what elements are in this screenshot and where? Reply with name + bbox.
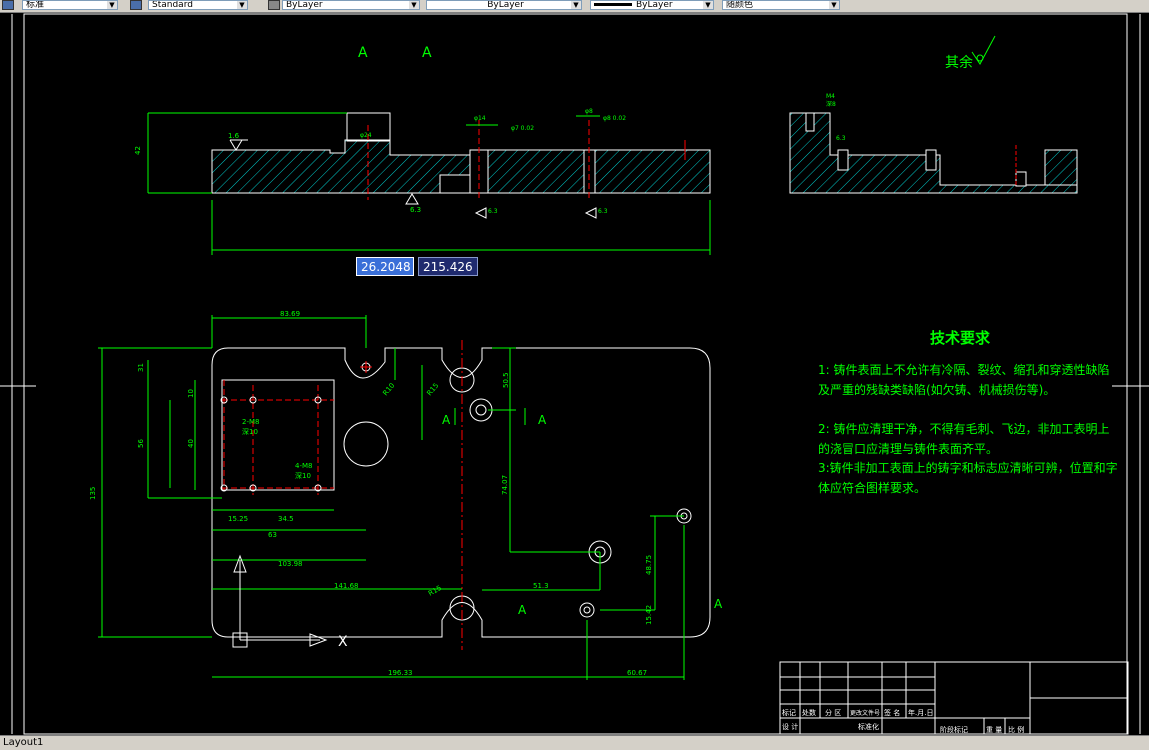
title-cell: 分 区 — [825, 708, 841, 717]
drawing-canvas[interactable]: 42 φ14 φ7 0.02 φ8 φ8 0.02 φ24 1.6 6.3 6.… — [0, 13, 1149, 735]
section-mark-A: A — [518, 603, 527, 617]
tech-requirements-title: 技术要求 — [930, 329, 991, 347]
chevron-down-icon[interactable]: ▼ — [571, 1, 581, 9]
dim-label: 103.98 — [278, 560, 303, 568]
svg-text:6.3: 6.3 — [836, 135, 846, 142]
roughness-label: 6.3 — [598, 208, 608, 215]
roughness-label: 1.6 — [228, 132, 240, 140]
properties-toolbar: 标准 ▼ Standard ▼ ByLayer ▼ ByLayer ▼ ByLa… — [0, 0, 1149, 13]
roughness-label: 6.3 — [488, 208, 498, 215]
dim-label: 10 — [187, 389, 195, 398]
svg-text:φ24: φ24 — [360, 132, 372, 139]
text-style-value: 标准 — [26, 0, 45, 10]
dim-label: 31 — [137, 363, 145, 372]
dim-label: 2-M8 — [242, 418, 259, 426]
dim-label: 51.3 — [533, 582, 549, 590]
chevron-down-icon[interactable]: ▼ — [703, 1, 713, 9]
title-cell: 标记 — [782, 708, 796, 717]
dim-label: 50.5 — [502, 372, 510, 388]
title-cell: 比 例 — [1008, 725, 1024, 734]
section-mark-A: A — [538, 413, 547, 427]
dim-label: 196.33 — [388, 669, 413, 677]
svg-text:深8: 深8 — [826, 100, 836, 108]
svg-text:φ8 0.02: φ8 0.02 — [603, 115, 626, 122]
layer-color-dropdown[interactable]: ByLayer ▼ — [282, 0, 420, 10]
title-cell: 标准化 — [858, 722, 879, 731]
color-value: ByLayer — [286, 0, 323, 10]
title-cell: 处数 — [802, 708, 816, 717]
svg-text:φ8: φ8 — [585, 108, 593, 115]
lineweight-value: ByLayer — [636, 0, 673, 10]
roughness-other-label: 其余 — [945, 54, 973, 71]
chevron-down-icon[interactable]: ▼ — [237, 1, 247, 9]
dynamic-input-y[interactable]: 215.426 — [418, 257, 478, 276]
dim-label: R15 — [425, 382, 440, 398]
section-label-A: A — [358, 45, 368, 61]
title-cell: 更改文件号 — [850, 709, 880, 717]
side-section-view: M4 深8 6.3 其余 — [789, 35, 1078, 194]
chevron-down-icon[interactable]: ▼ — [107, 1, 117, 9]
layout-tabs-bar: Layout1 — [0, 735, 1149, 750]
dim-label: 48.75 — [645, 555, 653, 575]
title-cell: 重 量 — [986, 726, 1002, 734]
dim-label: 深10 — [295, 471, 311, 480]
title-cell: 签 名 — [884, 708, 900, 717]
dimstyle-value: Standard — [152, 0, 193, 10]
roughness-label: 6.3 — [410, 206, 421, 214]
dim-label: 34.5 — [278, 515, 294, 523]
dim-label: 60.67 — [627, 669, 647, 677]
text-style-dropdown[interactable]: 标准 ▼ — [22, 0, 118, 10]
tech-requirement-1: 1: 铸件表面上不允许有冷隔、裂纹、缩孔和穿透性缺陷及严重的残缺类缺陷(如欠铸、… — [818, 363, 1110, 397]
dim-label: 135 — [89, 487, 97, 500]
section-mark-A: A — [442, 413, 451, 427]
svg-text:φ14: φ14 — [474, 115, 486, 122]
plan-view: 83.69 135 31 56 40 10 15.25 34.5 63 103.… — [89, 310, 723, 680]
svg-text:φ7 0.02: φ7 0.02 — [511, 125, 534, 132]
title-cell: 设 计 — [782, 722, 798, 731]
ucs-x-label: X — [338, 634, 348, 650]
dim-label: 83.69 — [280, 310, 300, 318]
dim-label: R10 — [381, 382, 396, 398]
svg-text:M4: M4 — [826, 93, 835, 100]
plotstyle-dropdown[interactable]: 随颜色 ▼ — [722, 0, 840, 10]
layer-icon[interactable] — [268, 0, 280, 10]
dim-label: 141.68 — [334, 582, 359, 590]
linetype-dropdown[interactable]: ByLayer ▼ — [426, 0, 582, 10]
dim-label: 4-M8 — [295, 462, 312, 470]
dim-label: 63 — [268, 531, 277, 539]
lineweight-dropdown[interactable]: ByLayer ▼ — [590, 0, 714, 10]
linetype-value: ByLayer — [487, 0, 524, 10]
dim-label: R15 — [427, 584, 443, 598]
dim-label: 深10 — [242, 427, 258, 436]
section-label-A: A — [422, 45, 432, 61]
dim-label: 40 — [187, 439, 195, 448]
section-mark-A: A — [714, 597, 723, 611]
dynamic-input-x[interactable]: 26.2048 — [356, 257, 414, 276]
dim-label: 74.07 — [501, 475, 509, 495]
tech-requirement-3: 3:铸件非加工表面上的铸字和标志应清晰可辨，位置和字体应符合图样要求。 — [818, 461, 1118, 495]
app-icon — [2, 0, 14, 10]
dimstyle-dropdown[interactable]: Standard ▼ — [148, 0, 248, 10]
plotstyle-value: 随颜色 — [726, 0, 754, 10]
lineweight-swatch — [594, 3, 632, 6]
svg-text:42: 42 — [134, 146, 142, 155]
dim-label: 15.25 — [228, 515, 248, 523]
dimstyle-icon[interactable] — [130, 0, 142, 10]
title-block: 标记 处数 分 区 更改文件号 签 名 年.月.日 设 计 标准化 阶段标记 重… — [779, 661, 1129, 735]
front-section-view: 42 φ14 φ7 0.02 φ8 φ8 0.02 φ24 1.6 6.3 6.… — [134, 45, 711, 255]
title-cell: 年.月.日 — [908, 708, 933, 717]
tab-layout1[interactable]: Layout1 — [3, 737, 43, 748]
chevron-down-icon[interactable]: ▼ — [409, 1, 419, 9]
tech-requirement-2: 2: 铸件应清理干净，不得有毛刺、飞边，非加工表明上的浇冒口应清理与铸件表面齐平… — [818, 422, 1110, 456]
chevron-down-icon[interactable]: ▼ — [829, 1, 839, 9]
dim-label: 15.42 — [645, 605, 653, 625]
dim-label: 56 — [137, 439, 145, 448]
title-cell: 阶段标记 — [940, 725, 968, 734]
